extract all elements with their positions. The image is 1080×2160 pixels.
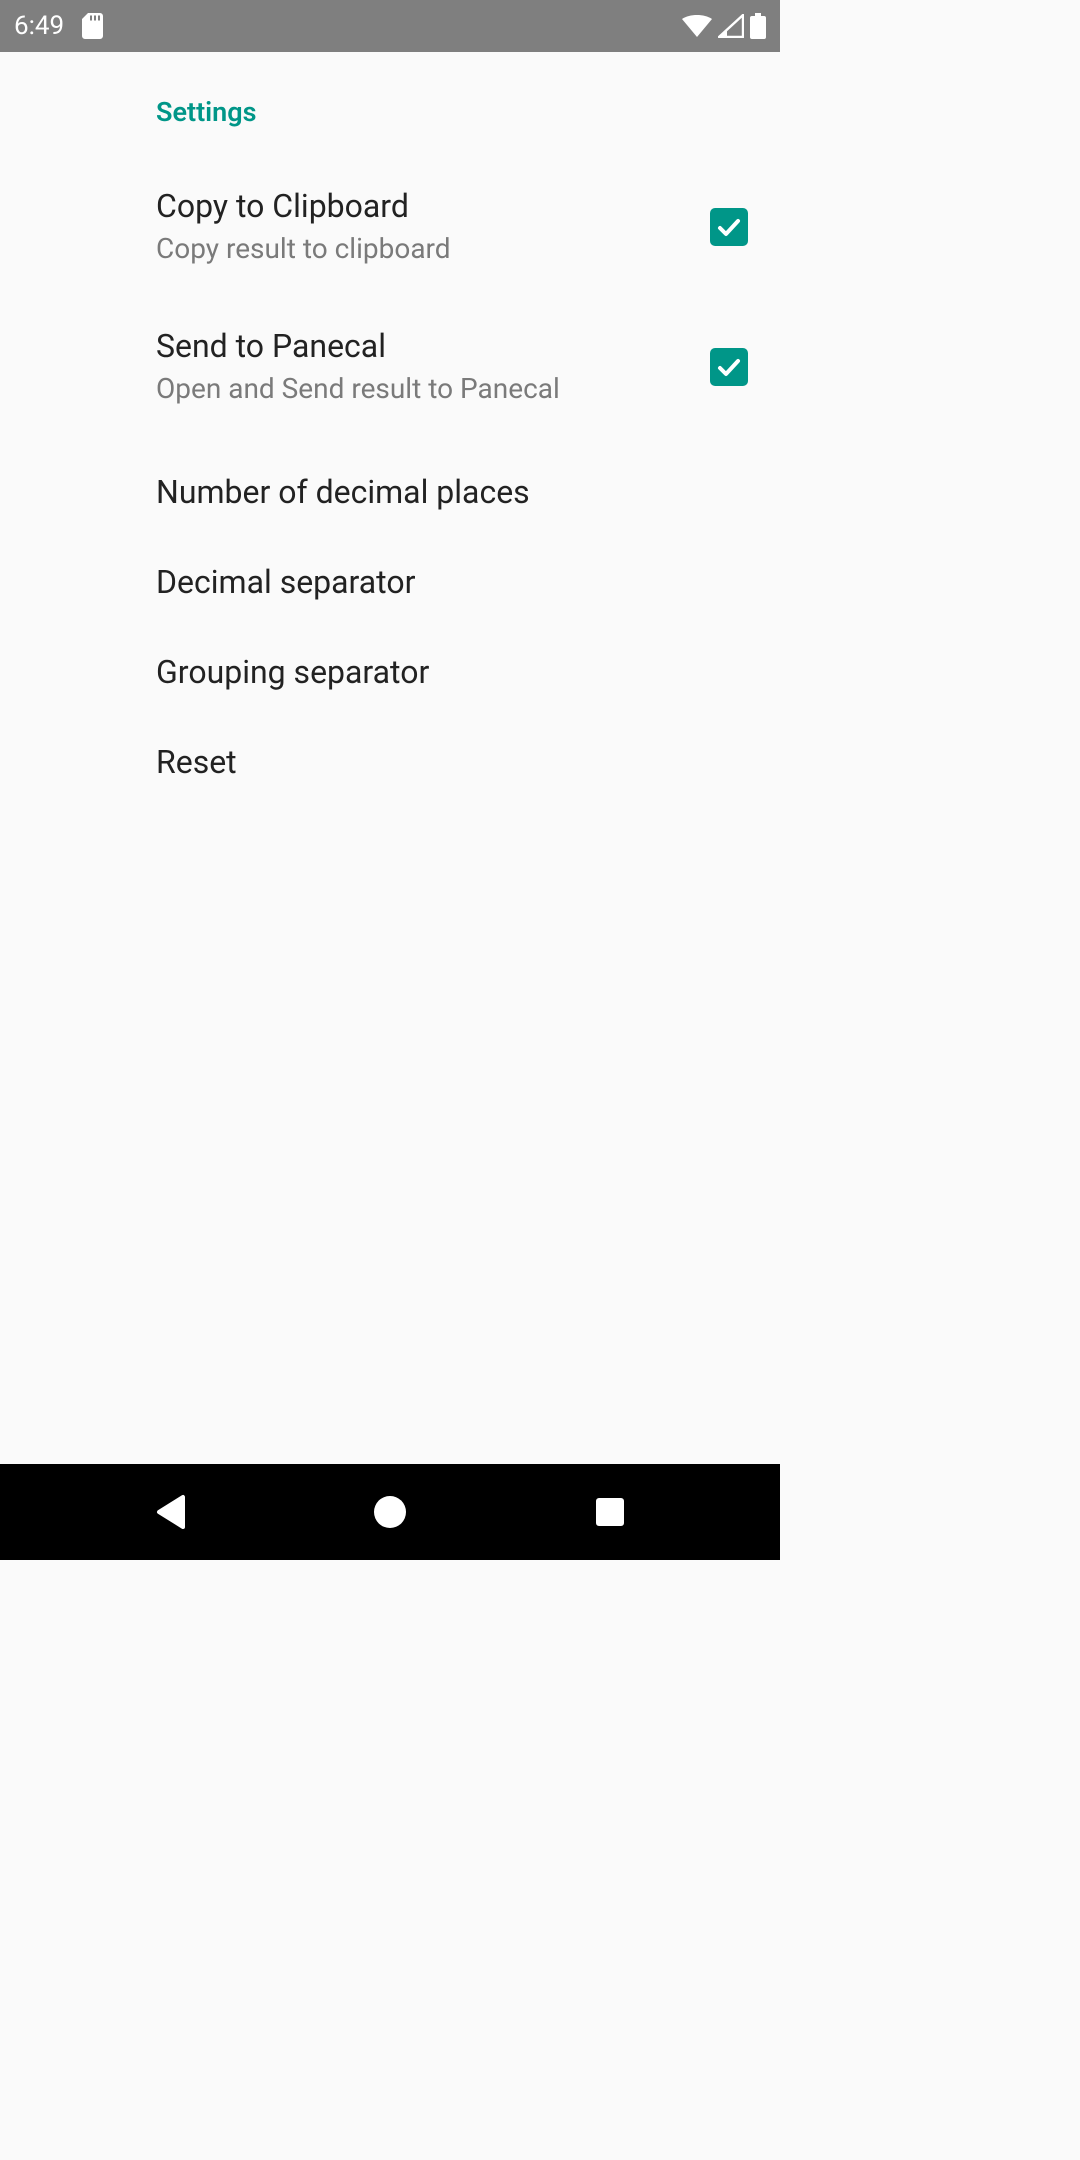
setting-reset[interactable]: Reset: [0, 718, 780, 808]
spacer: [0, 146, 780, 168]
section-title: Settings: [0, 78, 780, 146]
setting-send-to-panecal[interactable]: Send to Panecal Open and Send result to …: [0, 308, 780, 426]
home-circle-icon: [372, 1494, 408, 1530]
checkbox-copy-to-clipboard[interactable]: [710, 208, 748, 246]
setting-title: Decimal separator: [156, 562, 748, 604]
sd-card-icon: [82, 13, 104, 39]
checkbox-send-to-panecal[interactable]: [710, 348, 748, 386]
setting-text-group: Copy to Clipboard Copy result to clipboa…: [156, 186, 710, 267]
status-left-group: 6:49: [14, 11, 104, 41]
setting-subtitle: Copy result to clipboard: [156, 230, 710, 268]
setting-title: Number of decimal places: [156, 472, 748, 514]
setting-title: Send to Panecal: [156, 326, 710, 368]
setting-title: Copy to Clipboard: [156, 186, 710, 228]
setting-grouping-separator[interactable]: Grouping separator: [0, 628, 780, 718]
cell-signal-icon: [718, 14, 744, 38]
battery-icon: [750, 13, 766, 39]
back-triangle-icon: [153, 1493, 187, 1531]
setting-copy-to-clipboard[interactable]: Copy to Clipboard Copy result to clipboa…: [0, 168, 780, 286]
nav-home-button[interactable]: [330, 1482, 450, 1542]
setting-title: Grouping separator: [156, 652, 748, 694]
setting-text-group: Number of decimal places: [156, 472, 748, 514]
setting-text-group: Reset: [156, 742, 748, 784]
settings-content: Settings Copy to Clipboard Copy result t…: [0, 52, 780, 1464]
setting-text-group: Decimal separator: [156, 562, 748, 604]
spacer: [0, 286, 780, 308]
checkmark-icon: [715, 213, 743, 241]
checkmark-icon: [715, 353, 743, 381]
nav-recents-button[interactable]: [550, 1482, 670, 1542]
spacer: [0, 426, 780, 448]
status-right-group: [682, 13, 766, 39]
status-bar: 6:49: [0, 0, 780, 52]
navigation-bar: [0, 1464, 780, 1560]
nav-back-button[interactable]: [110, 1482, 230, 1542]
wifi-icon: [682, 15, 712, 37]
setting-number-of-decimal-places[interactable]: Number of decimal places: [0, 448, 780, 538]
recents-square-icon: [594, 1496, 626, 1528]
setting-decimal-separator[interactable]: Decimal separator: [0, 538, 780, 628]
setting-text-group: Grouping separator: [156, 652, 748, 694]
status-time: 6:49: [14, 11, 64, 41]
setting-subtitle: Open and Send result to Panecal: [156, 370, 710, 408]
setting-title: Reset: [156, 742, 748, 784]
setting-text-group: Send to Panecal Open and Send result to …: [156, 326, 710, 407]
